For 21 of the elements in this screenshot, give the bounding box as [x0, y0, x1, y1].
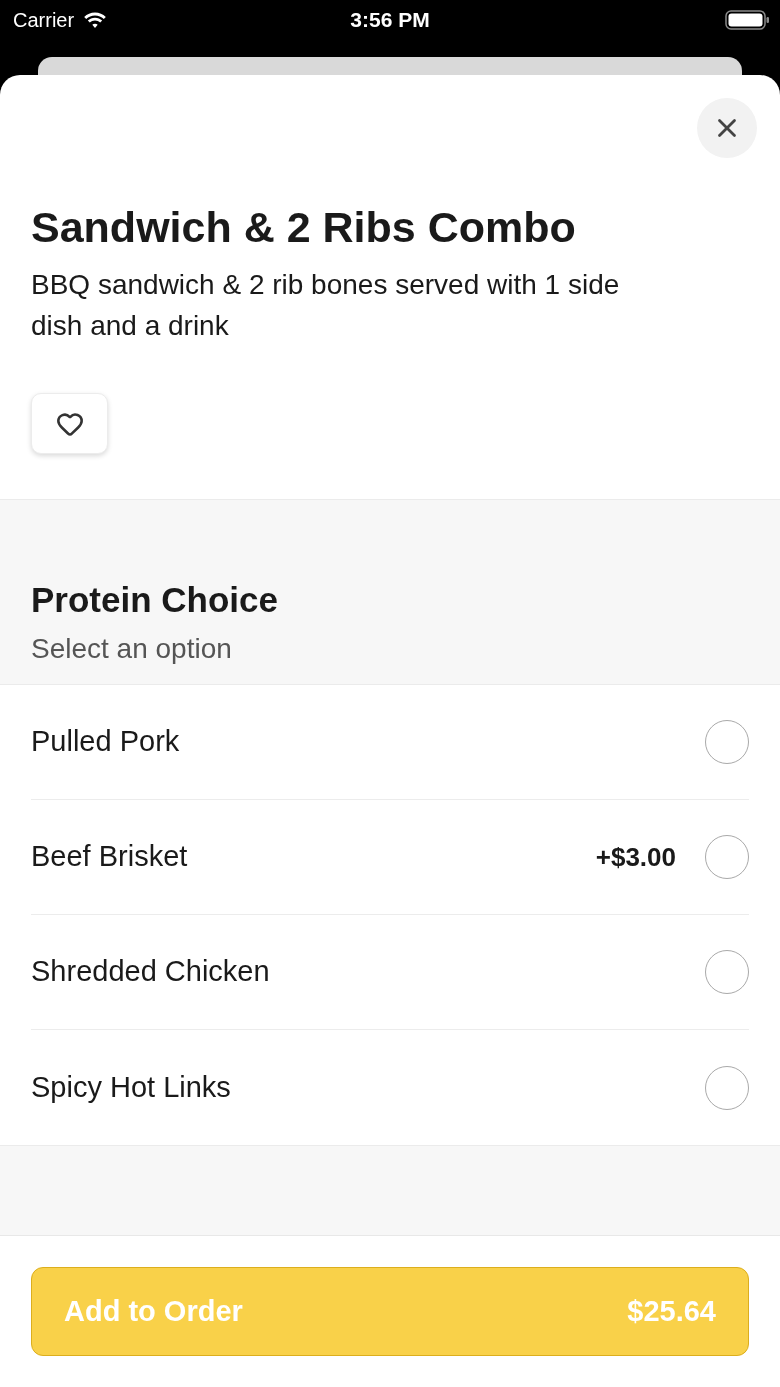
carrier-label: Carrier: [13, 8, 75, 33]
radio-button[interactable]: [705, 950, 749, 994]
section-subtitle: Select an option: [31, 632, 233, 666]
option-label: Beef Brisket: [31, 839, 188, 875]
status-time: 3:56 PM: [350, 7, 430, 34]
favorite-button[interactable]: [31, 393, 108, 454]
battery-icon: [725, 10, 770, 30]
item-description: BBQ sandwich & 2 rib bones served with 1 side dish and a drink: [31, 268, 621, 343]
radio-button[interactable]: [705, 1065, 749, 1110]
option-label: Shredded Chicken: [31, 954, 270, 990]
option-price: +$3.00: [595, 840, 676, 874]
option-row[interactable]: Spicy Hot Links: [31, 1030, 749, 1145]
item-title: Sandwich & 2 Ribs Combo: [31, 202, 577, 252]
radio-button[interactable]: [705, 720, 749, 764]
radio-button[interactable]: [705, 835, 749, 879]
option-row[interactable]: Pulled Pork: [31, 685, 749, 800]
option-row[interactable]: Shredded Chicken: [31, 915, 749, 1030]
section-title: Protein Choice: [31, 579, 279, 621]
option-row[interactable]: Beef Brisket +$3.00: [31, 800, 749, 915]
option-label: Pulled Pork: [31, 724, 180, 760]
option-label: Spicy Hot Links: [31, 1069, 231, 1105]
